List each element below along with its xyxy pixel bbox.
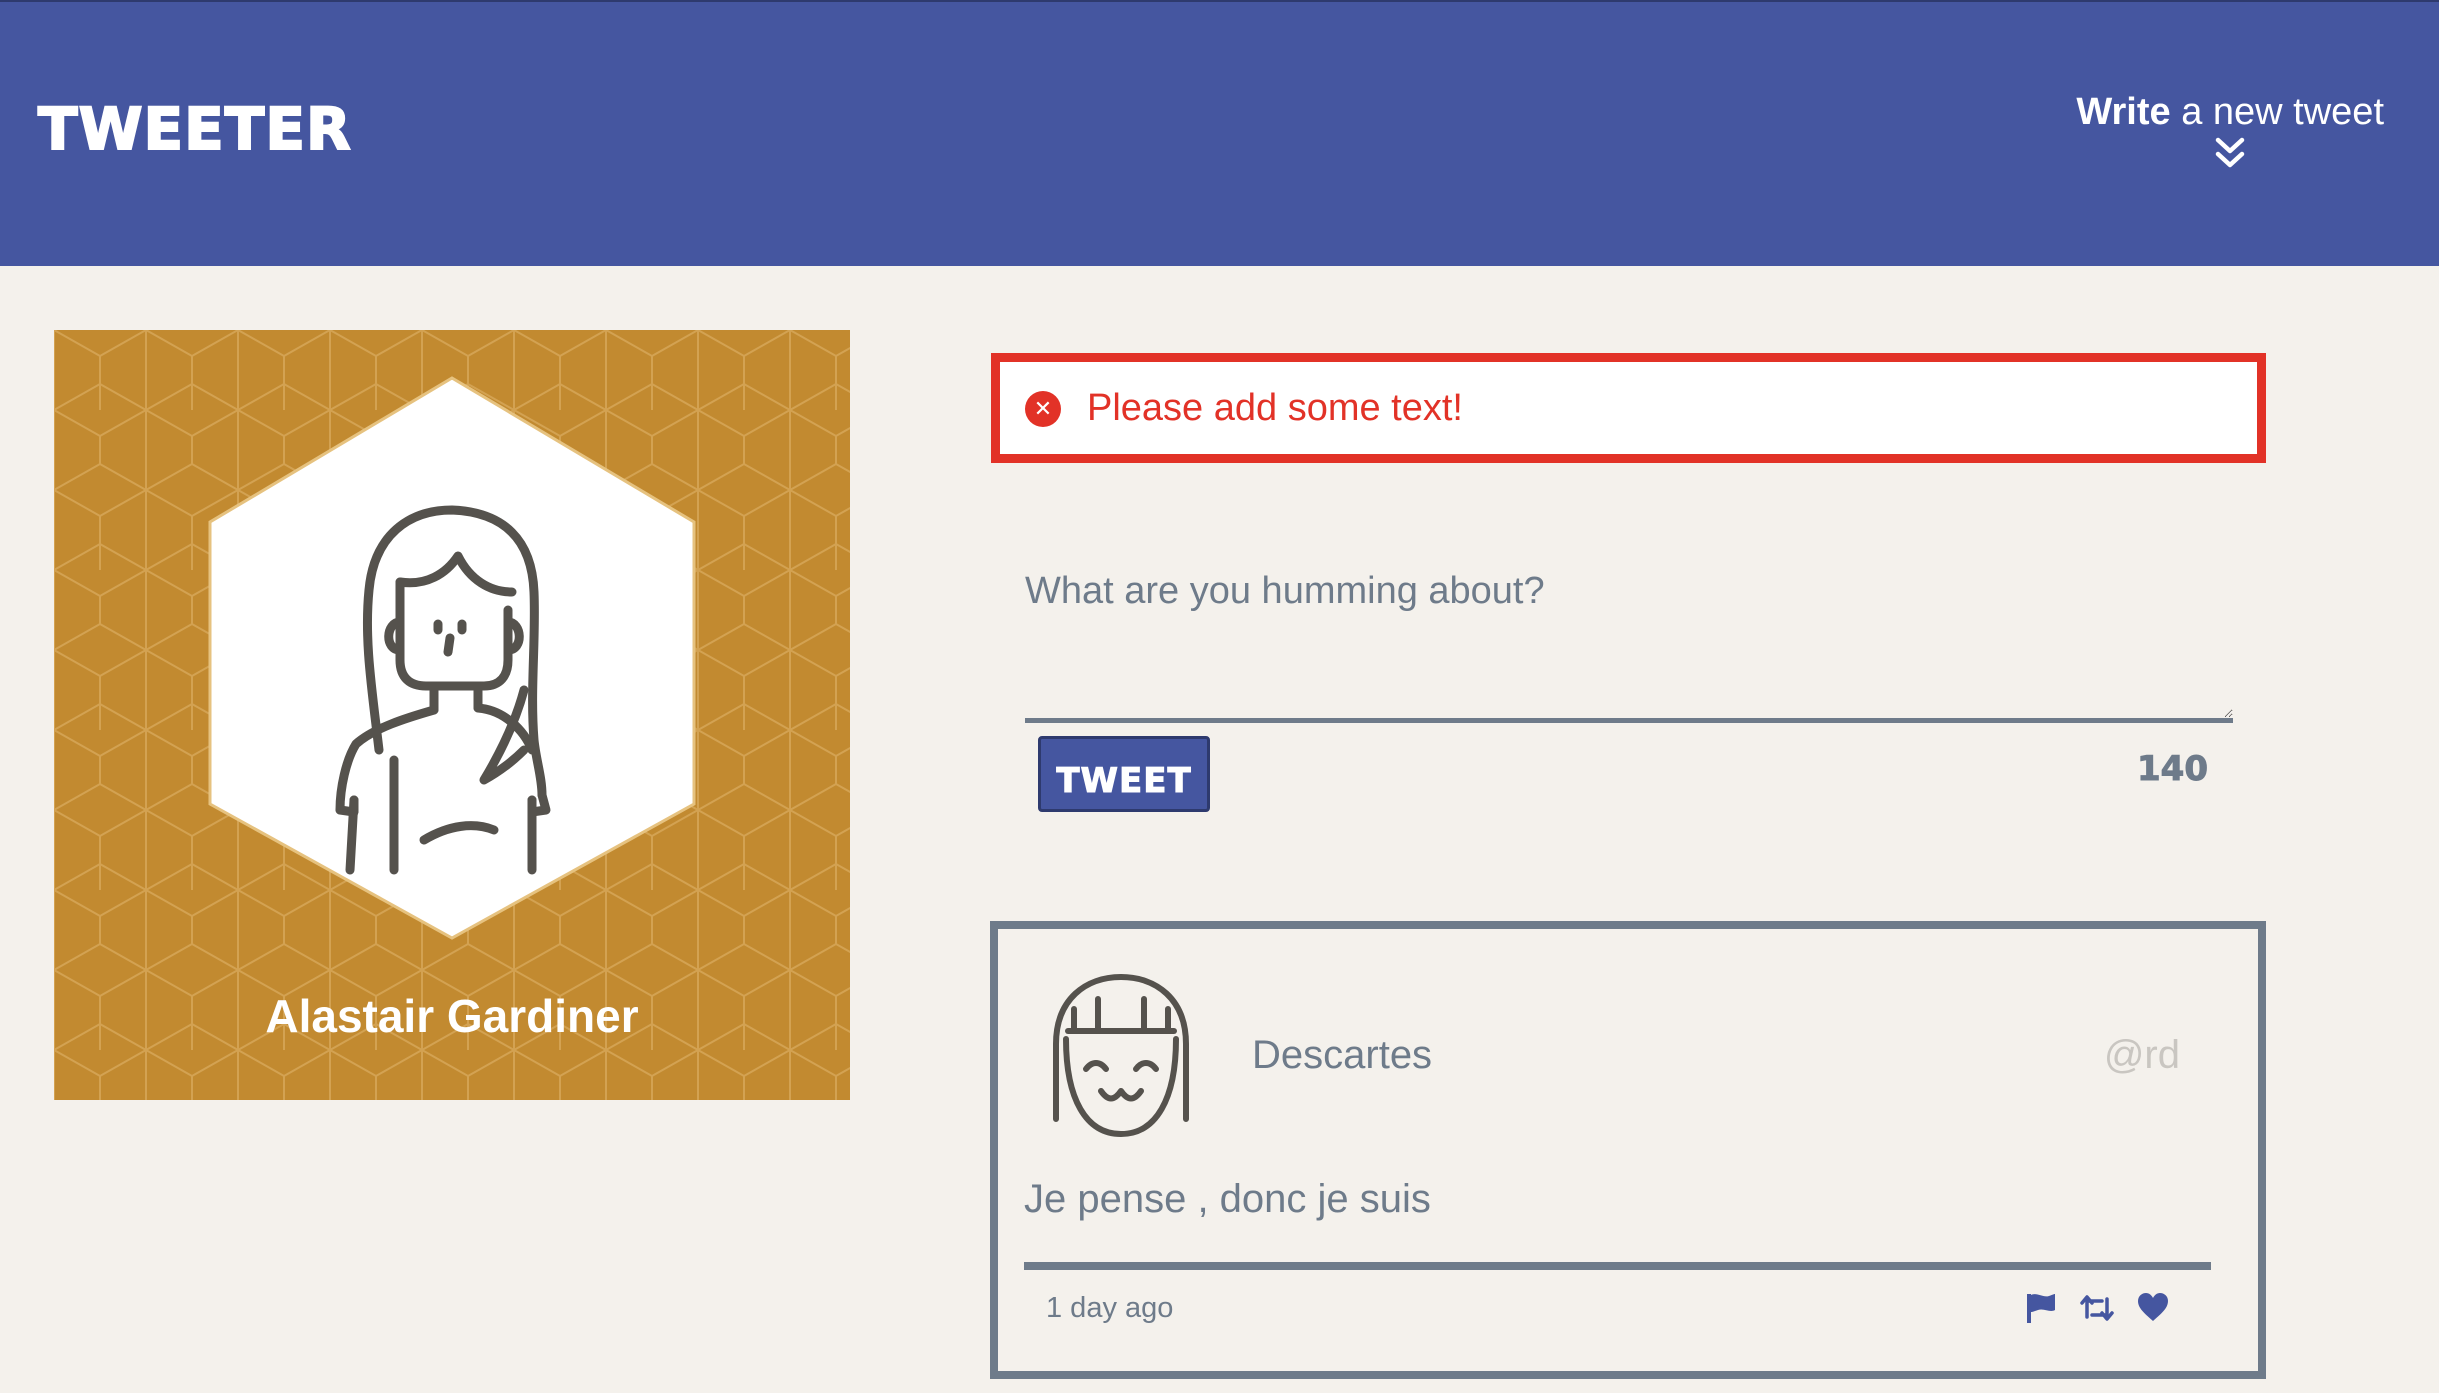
profile-name: Alastair Gardiner	[265, 990, 639, 1042]
new-tweet-form: TWEET 140	[1025, 555, 2233, 812]
smiling-user-avatar-icon	[1053, 974, 1189, 1137]
error-message-text: Please add some text!	[1087, 387, 1463, 429]
tweet-divider	[1024, 1262, 2211, 1270]
brand-logo[interactable]: TWEETER	[37, 99, 352, 159]
error-circle-x-icon: ✕	[1025, 391, 1061, 427]
tweet-card: Descartes @rd Je pense , donc je suis 1 …	[990, 921, 2266, 1379]
write-new-tweet-label-rest[interactable]: a new tweet	[2171, 91, 2384, 133]
flag-icon[interactable]	[2024, 1291, 2058, 1325]
write-new-tweet-toggle[interactable]: Write a new tweet	[2076, 91, 2384, 172]
profile-avatar	[208, 376, 696, 940]
double-chevron-down-icon[interactable]	[2212, 134, 2248, 172]
error-message-box: ✕ Please add some text!	[991, 353, 2266, 463]
tweet-author-name: Descartes	[1252, 1033, 1433, 1077]
top-nav: TWEETER Write a new tweet	[0, 0, 2439, 266]
tweet-text-input[interactable]	[1025, 555, 2233, 723]
heart-icon[interactable]	[2136, 1291, 2170, 1325]
tweet-actions	[2024, 1290, 2170, 1326]
character-counter: 140	[2137, 749, 2209, 789]
profile-card: Alastair Gardiner	[54, 330, 850, 1100]
write-new-tweet-label-bold[interactable]: Write	[2076, 91, 2170, 133]
tweet-author-handle: @rd	[2103, 1033, 2180, 1077]
retweet-icon[interactable]	[2080, 1291, 2114, 1325]
tweet-content: Je pense , donc je suis	[1024, 1177, 1431, 1221]
tweet-timestamp: 1 day ago	[1046, 1292, 1174, 1324]
write-new-tweet-label[interactable]: Write a new tweet	[2076, 91, 2384, 134]
tweet-submit-button[interactable]: TWEET	[1038, 736, 1210, 812]
